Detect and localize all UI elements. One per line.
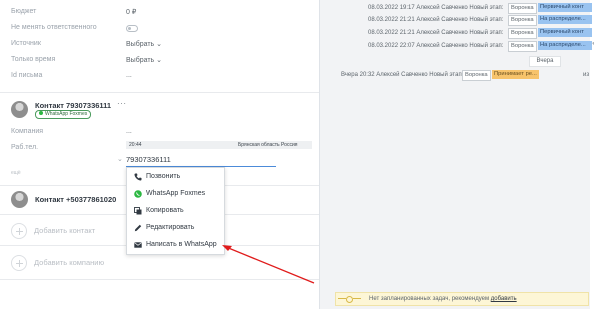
menu-item-label: Позвонить	[146, 173, 181, 180]
phone-region-hint: 20:44 Брянская область Россия	[126, 141, 312, 149]
contact-avatar	[11, 191, 28, 208]
phone-region: Брянская область Россия	[238, 142, 298, 148]
phone-type-chevron-icon[interactable]: ⌄	[117, 155, 123, 163]
feed-event-text: 08.03.2022 21:21 Алексей Савченко Новый …	[368, 30, 504, 36]
budget-value[interactable]: 0 ₽	[126, 8, 136, 16]
chevron-down-icon: ⌄	[156, 41, 163, 48]
contact-name[interactable]: Контакт 79307336111	[35, 101, 111, 110]
pencil-icon	[134, 224, 142, 232]
work-phone-label: Раб.тел.	[11, 144, 39, 151]
company-label: Компания	[11, 128, 44, 135]
menu-item-label: Редактировать	[146, 224, 195, 231]
feed-event-text: 08.03.2022 21:21 Алексей Савченко Новый …	[368, 17, 504, 23]
whatsapp-icon	[134, 190, 142, 198]
menu-item-label: WhatsApp Foxmes	[146, 190, 206, 197]
only-time-label: Только время	[11, 56, 56, 63]
whatsapp-badge-label: WhatsApp Foxmes	[45, 111, 88, 117]
add-task-link[interactable]: добавить	[491, 296, 517, 302]
plus-icon	[11, 255, 27, 271]
stage-pill[interactable]: Первичный конт	[538, 3, 592, 12]
pipeline-pill[interactable]: Воронка	[508, 28, 537, 39]
feed-event-text: 08.03.2022 19:17 Алексей Савченко Новый …	[368, 5, 504, 11]
add-company-button[interactable]: Добавить компанию	[11, 255, 261, 271]
stage-pill[interactable]: На распределе...	[538, 41, 592, 50]
feed-event-tail: из	[583, 72, 590, 78]
add-company-label: Добавить компанию	[34, 258, 105, 267]
add-contact-label: Добавить контакт	[34, 226, 96, 235]
only-time-select[interactable]: Выбрать ⌄	[126, 56, 162, 64]
company-value[interactable]: ...	[126, 128, 132, 135]
letter-id-label: Id письма	[11, 72, 43, 79]
phone-icon	[134, 173, 142, 181]
feed-event-text: Вчера 20:32 Алексей Савченко Новый этап:	[341, 72, 464, 78]
menu-item-copy[interactable]: Копировать	[127, 202, 224, 219]
pipeline-pill[interactable]: Воронка	[462, 70, 491, 81]
pipeline-pill[interactable]: Воронка	[508, 3, 537, 14]
source-label: Источник	[11, 40, 41, 47]
no-change-responsible-label: Не менять ответственного	[11, 24, 97, 31]
source-select[interactable]: Выбрать ⌄	[126, 40, 162, 48]
phone-local-time: 20:44	[129, 142, 142, 148]
menu-item-whatsapp-foxmes[interactable]: WhatsApp Foxmes	[127, 185, 224, 202]
menu-item-call[interactable]: Позвонить	[127, 168, 224, 185]
letter-id-value[interactable]: ...	[126, 72, 132, 79]
no-tasks-text: Нет запланированных задач, рекомендуем	[369, 296, 490, 302]
whatsapp-badge[interactable]: WhatsApp Foxmes	[35, 110, 92, 119]
stage-pill[interactable]: Первичный конт	[538, 28, 592, 37]
only-time-select-value: Выбрать	[126, 57, 155, 64]
phone-input[interactable]: 79307336111	[126, 153, 276, 167]
clock-icon	[346, 296, 353, 303]
clock-line-icon	[338, 298, 346, 299]
copy-icon	[134, 207, 142, 215]
clock-line-icon	[353, 298, 361, 299]
contact-name[interactable]: Контакт +50377861020	[35, 195, 116, 204]
stage-pill[interactable]: Принимает ре...	[492, 70, 539, 79]
plus-icon	[11, 223, 27, 239]
menu-item-label: Копировать	[146, 207, 184, 214]
pipeline-pill[interactable]: Воронка	[508, 41, 537, 52]
contact-avatar	[11, 101, 28, 118]
stage-pill[interactable]: На распределе...	[538, 15, 592, 24]
phone-context-menu: Позвонить WhatsApp Foxmes Копировать Ред…	[126, 167, 225, 255]
more-fields-label[interactable]: ещё	[11, 170, 21, 176]
day-separator-chip: Вчера	[529, 56, 561, 67]
section-divider	[0, 92, 320, 93]
budget-label: Бюджет	[11, 8, 37, 15]
no-change-responsible-toggle[interactable]	[126, 25, 138, 32]
menu-item-edit[interactable]: Редактировать	[127, 219, 224, 236]
menu-item-label: Написать в WhatsApp	[146, 241, 217, 248]
section-divider	[0, 279, 320, 280]
menu-item-write-whatsapp[interactable]: Написать в WhatsApp	[127, 236, 224, 253]
chevron-down-icon: ⌄	[156, 57, 163, 64]
whatsapp-icon	[39, 111, 43, 115]
pipeline-pill[interactable]: Воронка	[508, 15, 537, 26]
feed-event-text: 08.03.2022 22:07 Алексей Савченко Новый …	[368, 43, 504, 49]
lead-card-panel: Бюджет 0 ₽ Не менять ответственного Исто…	[0, 0, 320, 309]
no-tasks-bar: Нет запланированных задач, рекомендуем д…	[335, 292, 589, 306]
more-options-icon[interactable]: ···	[117, 99, 127, 108]
source-select-value: Выбрать	[126, 41, 155, 48]
envelope-icon	[134, 242, 142, 248]
